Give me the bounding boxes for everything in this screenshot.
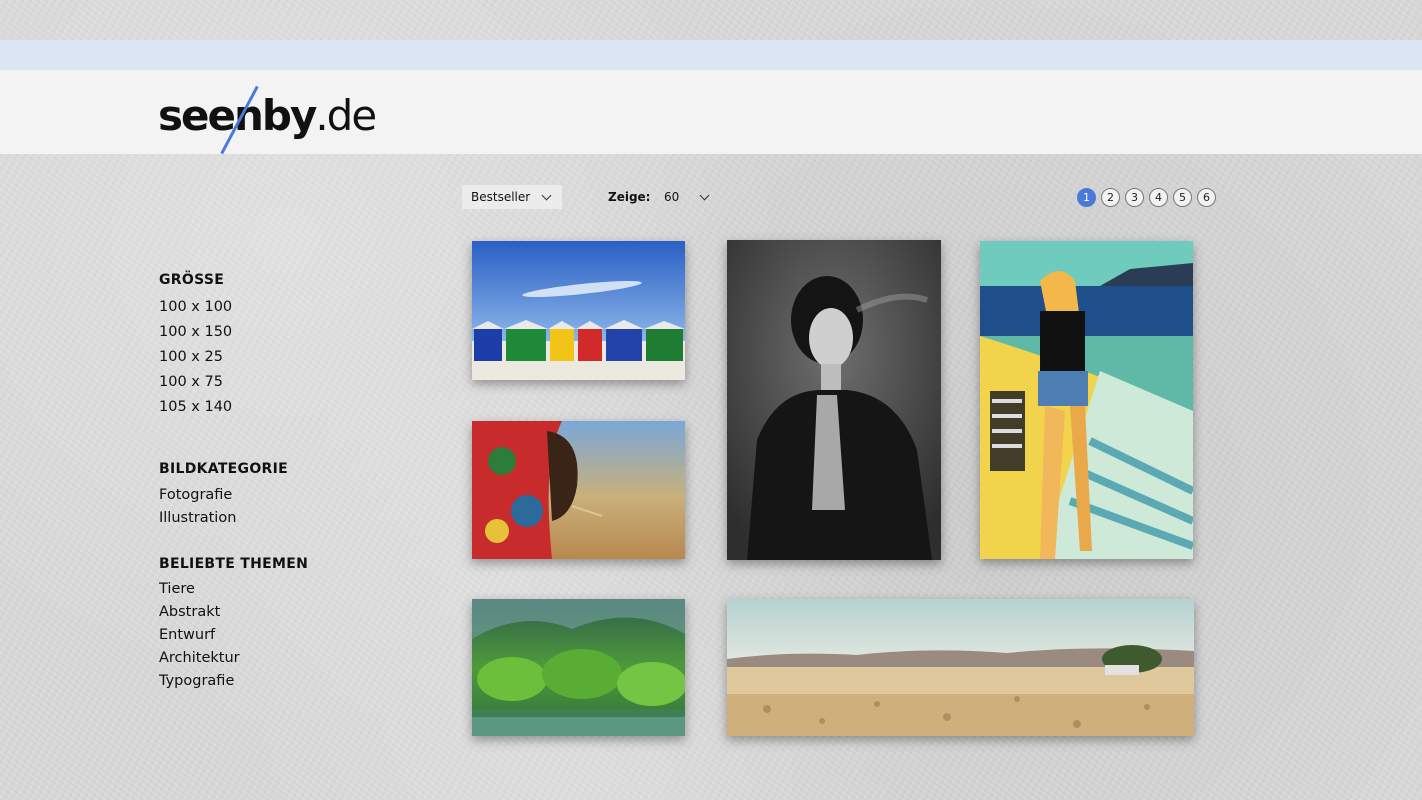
show-label: Zeige: [608, 190, 651, 204]
filter-item[interactable]: Architektur [159, 650, 308, 666]
filter-heading: BELIEBTE THEMEN [159, 556, 309, 572]
page-button-4[interactable]: 4 [1149, 188, 1168, 207]
filter-item[interactable]: 100 x 25 [159, 349, 232, 365]
filter-group-category: BILDKATEGORIE Fotografie Illustration [159, 461, 288, 526]
filter-item[interactable]: 100 x 150 [159, 324, 232, 340]
filter-heading: GRÖSSE [159, 272, 225, 288]
filter-item[interactable]: Illustration [159, 510, 288, 526]
per-page-value: 60 [664, 190, 680, 204]
product-tile-portrait-headscarf[interactable] [472, 421, 685, 559]
logo-text: seenby.de [158, 91, 377, 140]
chevron-down-icon [541, 190, 552, 201]
product-tile-woman-leather-jacket[interactable] [727, 240, 941, 560]
page-button-5[interactable]: 5 [1173, 188, 1192, 207]
filter-item[interactable]: 105 x 140 [159, 399, 232, 415]
product-tile-desert-panorama[interactable] [727, 599, 1194, 736]
product-tile-illustration-woman-stairs[interactable] [980, 241, 1193, 559]
chevron-down-icon [699, 190, 710, 201]
jungle-image [472, 599, 685, 736]
site-header: seenby.de [0, 70, 1422, 155]
per-page-select[interactable]: 60 [656, 185, 716, 209]
filter-item[interactable]: 100 x 100 [159, 299, 232, 315]
filter-group-themes: BELIEBTE THEMEN Tiere Abstrakt Entwurf A… [159, 556, 308, 689]
page-button-3[interactable]: 3 [1125, 188, 1144, 207]
site-logo[interactable]: seenby.de [158, 85, 388, 155]
filter-item[interactable]: Tiere [159, 581, 308, 597]
filter-item[interactable]: 100 x 75 [159, 374, 232, 390]
filter-group-size: GRÖSSE 100 x 100 100 x 150 100 x 25 100 … [159, 272, 232, 415]
filter-item[interactable]: Fotografie [159, 487, 288, 503]
filter-item[interactable]: Entwurf [159, 627, 308, 643]
desert-image [727, 599, 1194, 736]
woman-jacket-image [727, 240, 941, 560]
top-bar [0, 40, 1422, 70]
portrait-image [472, 421, 685, 559]
page-button-2[interactable]: 2 [1101, 188, 1120, 207]
sort-value: Bestseller [471, 190, 531, 204]
page-button-6[interactable]: 6 [1197, 188, 1216, 207]
pagination: 1 2 3 4 5 6 [1077, 188, 1216, 207]
filter-item[interactable]: Abstrakt [159, 604, 308, 620]
page-button-1[interactable]: 1 [1077, 188, 1096, 207]
product-tile-jungle-lake[interactable] [472, 599, 685, 736]
product-tile-beach-huts[interactable] [472, 241, 685, 380]
illustration-image [980, 241, 1193, 559]
sort-select[interactable]: Bestseller [462, 185, 562, 209]
filter-item[interactable]: Typografie [159, 673, 308, 689]
beach-huts-image [472, 241, 685, 380]
filter-heading: BILDKATEGORIE [159, 461, 288, 477]
